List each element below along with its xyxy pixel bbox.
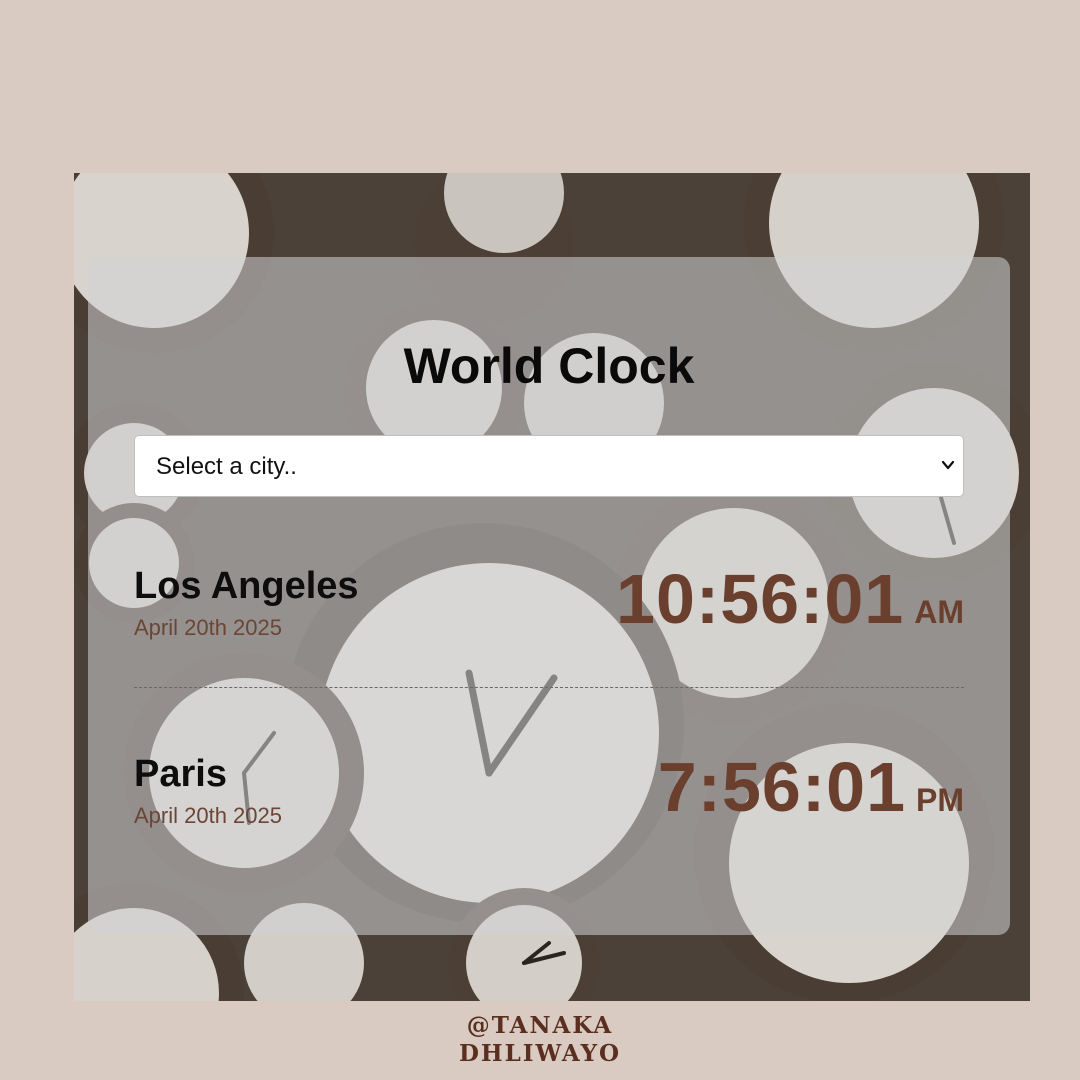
app-frame: World Clock Select a city.. Los Angeles …: [74, 173, 1030, 1001]
chevron-down-icon: [941, 460, 955, 470]
city-name: Paris: [134, 753, 227, 795]
city-time-display: 10:56:01 AM: [616, 559, 964, 639]
city-select-value: Select a city..: [156, 453, 297, 480]
city-date: April 20th 2025: [134, 803, 282, 828]
city-time: 10:56:01: [616, 560, 905, 638]
author-credit-line2: DHLIWAYO: [458, 1040, 622, 1067]
page-title: World Clock: [403, 338, 695, 394]
city-time: 7:56:01: [657, 748, 906, 826]
city-name: Los Angeles: [134, 565, 359, 607]
city-time-period: AM: [914, 594, 964, 630]
city-date: April 20th 2025: [134, 615, 282, 640]
city-time-period: PM: [916, 782, 964, 818]
city-time-display: 7:56:01 PM: [658, 747, 964, 827]
city-select-dropdown[interactable]: Select a city..: [134, 435, 964, 497]
city-row-los-angeles: Los Angeles April 20th 2025 10:56:01 AM: [134, 559, 964, 659]
city-row-paris: Paris April 20th 2025 7:56:01 PM: [134, 747, 964, 847]
city-divider: [134, 687, 964, 688]
world-clock-card: World Clock Select a city.. Los Angeles …: [88, 257, 1010, 935]
author-credit-line1: @TANAKA: [466, 1012, 614, 1039]
